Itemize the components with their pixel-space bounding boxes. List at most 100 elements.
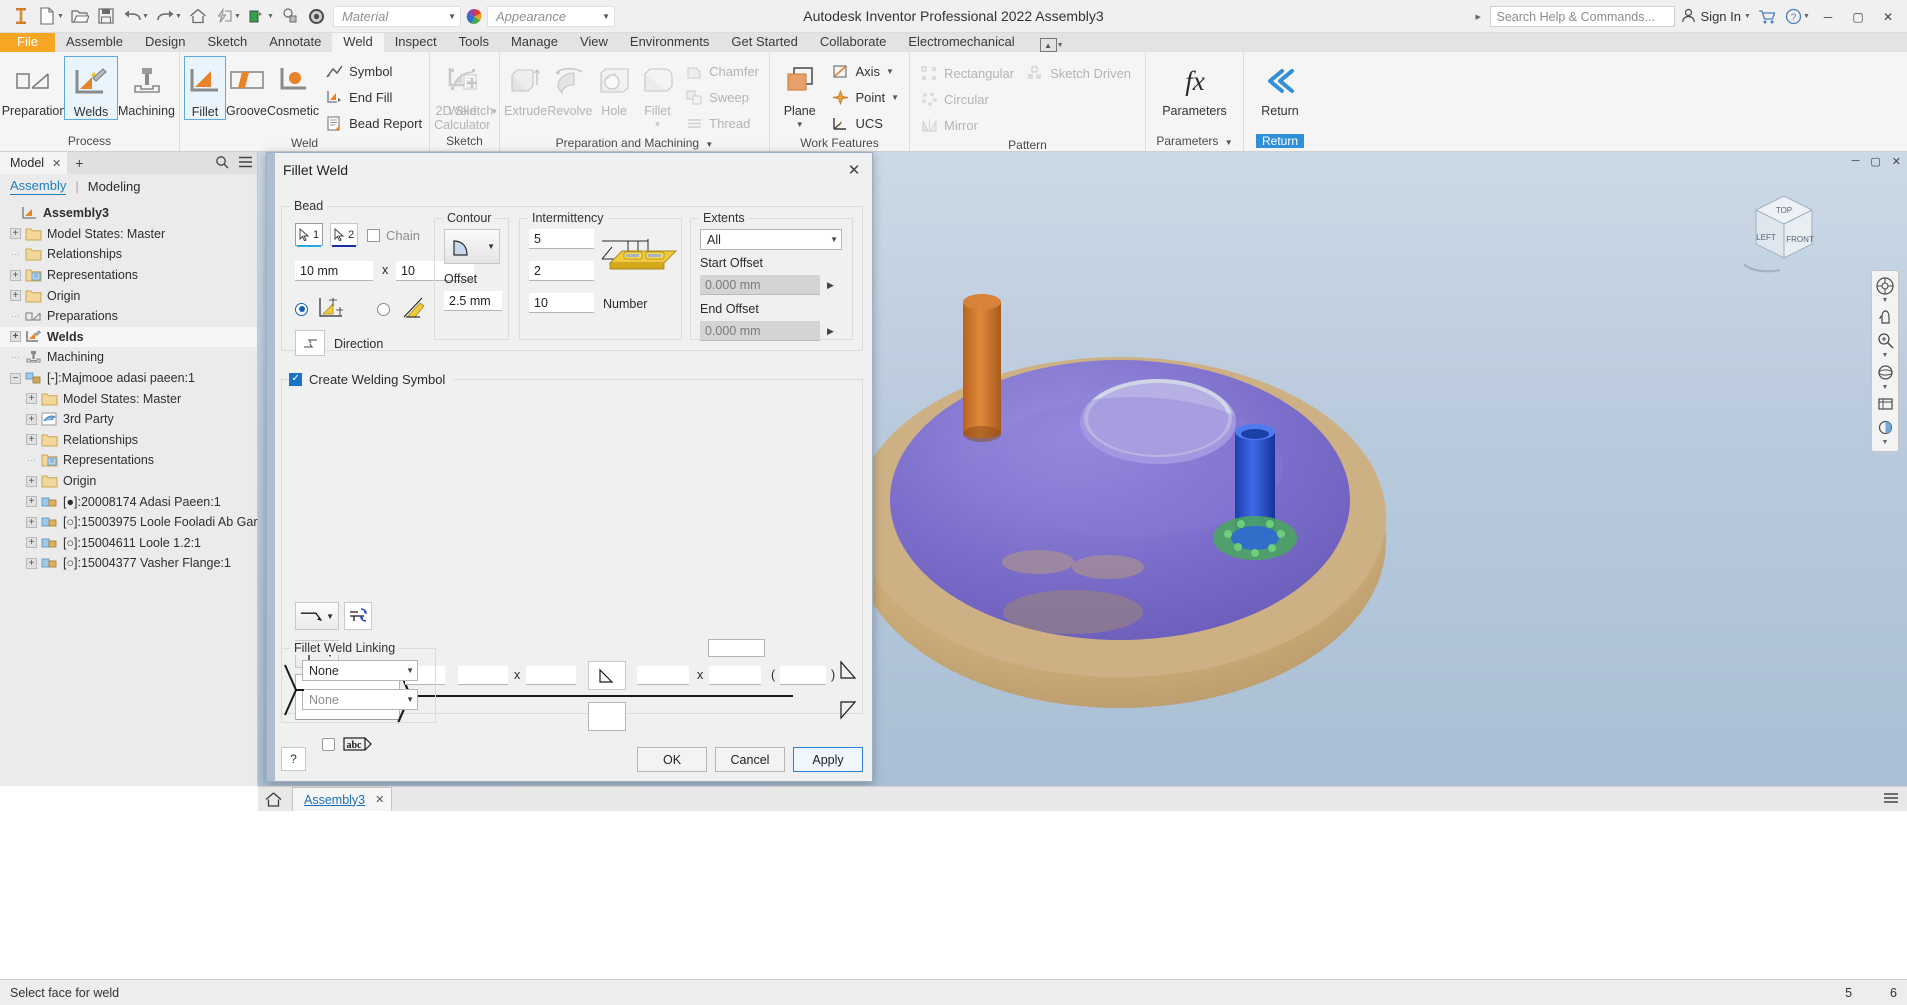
add-browser-tab-button[interactable]: + (67, 155, 91, 171)
home-tab-icon[interactable] (258, 791, 288, 807)
leader-style-caret[interactable]: ▼ (326, 612, 334, 621)
prep-machining-caret[interactable]: ▼ (705, 140, 713, 149)
contour-select-button[interactable]: ▼ (444, 229, 500, 264)
tree-node-part-loole-fooladi[interactable]: + [○]:15003975 Loole Fooladi Ab Garm:1 (0, 512, 278, 533)
tree-node-representations[interactable]: + Representations (0, 265, 257, 286)
end-offset-input[interactable]: 0.000 mm (700, 321, 820, 341)
select-face-2-button[interactable]: 2 (330, 223, 358, 246)
welding-symbol-dropdown[interactable] (708, 639, 765, 657)
bead-mode-unequal-option[interactable] (377, 295, 432, 323)
ribbon-button-extrude[interactable]: Extrude (504, 56, 547, 118)
open-file-icon[interactable] (67, 3, 93, 29)
intermittency-pitch-input[interactable]: 2 (529, 261, 594, 281)
tab-environments[interactable]: Environments (619, 33, 720, 52)
contour-dropdown-caret[interactable]: ▼ (487, 242, 495, 251)
tree-node-assembly3[interactable]: Assembly3 (0, 203, 257, 224)
ribbon-collapse-caret[interactable]: ▼ (1057, 42, 1065, 49)
tree-node-machining[interactable]: ⋯ Machining (0, 347, 257, 368)
save-icon[interactable] (93, 3, 119, 29)
ribbon-overflow[interactable]: ▲ ▼ (1039, 38, 1067, 52)
expand-plus-icon[interactable]: + (26, 434, 37, 446)
tree-node-sub-origin[interactable]: + Origin (0, 471, 257, 492)
tab-file[interactable]: File (0, 33, 55, 52)
ribbon-button-machining[interactable]: Machining (118, 56, 175, 118)
tree-node-origin[interactable]: + Origin (0, 285, 257, 306)
linking-option-2-select[interactable]: None ▼ (302, 689, 418, 710)
ribbon-button-revolve[interactable]: Revolve (547, 56, 593, 118)
tab-sketch[interactable]: Sketch (197, 33, 259, 52)
ribbon-button-parameters[interactable]: fx Parameters (1152, 56, 1238, 118)
browser-subtab-assembly[interactable]: Assembly (10, 178, 67, 195)
ribbon-button-preparation[interactable]: Preparation (2, 56, 66, 118)
bead-mode-equal-option[interactable] (295, 295, 350, 323)
minimize-button[interactable]: ─ (1813, 0, 1843, 33)
tab-weld[interactable]: Weld (332, 33, 384, 52)
dialog-close-button[interactable]: ✕ (840, 157, 868, 182)
ribbon-button-plane[interactable]: Plane ▼ (774, 56, 825, 129)
expand-plus-icon[interactable]: + (10, 331, 21, 343)
welding-symbol-paren-input[interactable] (780, 666, 826, 685)
start-offset-more-arrow[interactable]: ▶ (820, 280, 834, 291)
sign-in-button[interactable]: Sign In (1675, 8, 1747, 26)
expand-plus-icon[interactable]: + (26, 393, 37, 405)
ribbon-button-end-fill[interactable]: End Fill (319, 84, 428, 110)
apply-button[interactable]: Apply (793, 747, 863, 772)
expand-plus-icon[interactable]: + (26, 475, 37, 487)
tab-view[interactable]: View (569, 33, 619, 52)
tab-assemble[interactable]: Assemble (55, 33, 134, 52)
fillet-weld-dialog[interactable]: Fillet Weld ✕ Bead 1 2 Chain 10 mm x 10 (266, 152, 873, 782)
ribbon-button-fillet3d[interactable]: Fillet ▼ (636, 56, 679, 129)
create-welding-symbol-checkbox[interactable] (289, 373, 302, 386)
ribbon-collapse-icon[interactable]: ▲ (1039, 38, 1057, 52)
tree-node-part-vasher-flange[interactable]: + [○]:15004377 Vasher Flange:1 (0, 553, 257, 574)
clean-screen-icon[interactable] (303, 3, 329, 29)
ribbon-button-chamfer[interactable]: Chamfer (679, 58, 765, 84)
close-window-button[interactable]: ✕ (1873, 0, 1903, 33)
select-face-1-button[interactable]: 1 (295, 223, 323, 246)
welding-symbol-size2-input[interactable] (526, 666, 576, 685)
chain-checkbox[interactable] (367, 229, 380, 242)
expand-plus-icon[interactable]: + (26, 413, 37, 425)
leader-style-button[interactable]: ▼ (295, 602, 339, 630)
ribbon-button-symbol[interactable]: Symbol (319, 58, 428, 84)
fillet3d-caret[interactable]: ▼ (654, 120, 662, 129)
help-button[interactable]: ? (281, 747, 306, 771)
axis-caret[interactable]: ▼ (886, 67, 894, 76)
weld-type-symbol-button[interactable] (588, 661, 626, 690)
tree-node-part-loole-12[interactable]: + [○]:15004611 Loole 1.2:1 (0, 533, 257, 554)
tree-node-majmooe-adasi-paeen[interactable]: − [-]:Majmooe adasi paeen:1 (0, 368, 257, 389)
viewport-close-icon[interactable]: ✕ (1892, 155, 1901, 168)
orbit-icon[interactable] (1873, 361, 1897, 384)
tree-node-welds[interactable]: + Welds (0, 326, 257, 348)
hamburger-menu-icon[interactable] (238, 156, 253, 171)
full-nav-wheel-icon[interactable] (1873, 274, 1897, 297)
end-offset-more-arrow[interactable]: ▶ (820, 326, 834, 337)
ribbon-button-sketch-driven-pattern[interactable]: Sketch Driven (1020, 60, 1137, 86)
intermittency-count-input[interactable]: 10 (529, 293, 594, 313)
appearance-picker-icon[interactable] (277, 3, 303, 29)
extents-mode-select[interactable]: All ▼ (700, 229, 842, 250)
ribbon-button-sweep[interactable]: Sweep (679, 84, 765, 110)
viewport-minimize-icon[interactable]: ─ (1852, 155, 1860, 168)
undo-dropdown-caret[interactable]: ▼ (142, 13, 150, 20)
abc-checkbox[interactable] (322, 737, 335, 751)
zoom-icon[interactable] (1873, 329, 1897, 352)
new-file-dropdown-caret[interactable]: ▼ (57, 13, 65, 20)
redo-dropdown-caret[interactable]: ▼ (175, 13, 183, 20)
tab-tools[interactable]: Tools (448, 33, 500, 52)
intermittency-length-input[interactable]: 5 (529, 229, 594, 249)
material-combo[interactable]: Material ▼ (333, 5, 461, 27)
ribbon-button-point[interactable]: Point ▼ (825, 84, 905, 110)
ribbon-button-fillet-weld[interactable]: Fillet (184, 56, 226, 120)
welding-symbol-length-input[interactable] (637, 666, 689, 685)
expand-plus-icon[interactable]: + (26, 496, 37, 508)
tab-manage[interactable]: Manage (500, 33, 569, 52)
expand-plus-icon[interactable]: + (26, 537, 37, 549)
close-icon[interactable]: ✕ (52, 157, 61, 170)
grid-view-icon[interactable] (1883, 792, 1899, 807)
create-welding-symbol-row[interactable]: Create Welding Symbol (289, 372, 454, 387)
ribbon-button-bead-report[interactable]: Bead Report (319, 110, 428, 136)
point-caret[interactable]: ▼ (891, 93, 899, 102)
help-dropdown-caret[interactable]: ▼ (1803, 13, 1811, 20)
ribbon-button-return[interactable]: Return (1250, 56, 1310, 118)
